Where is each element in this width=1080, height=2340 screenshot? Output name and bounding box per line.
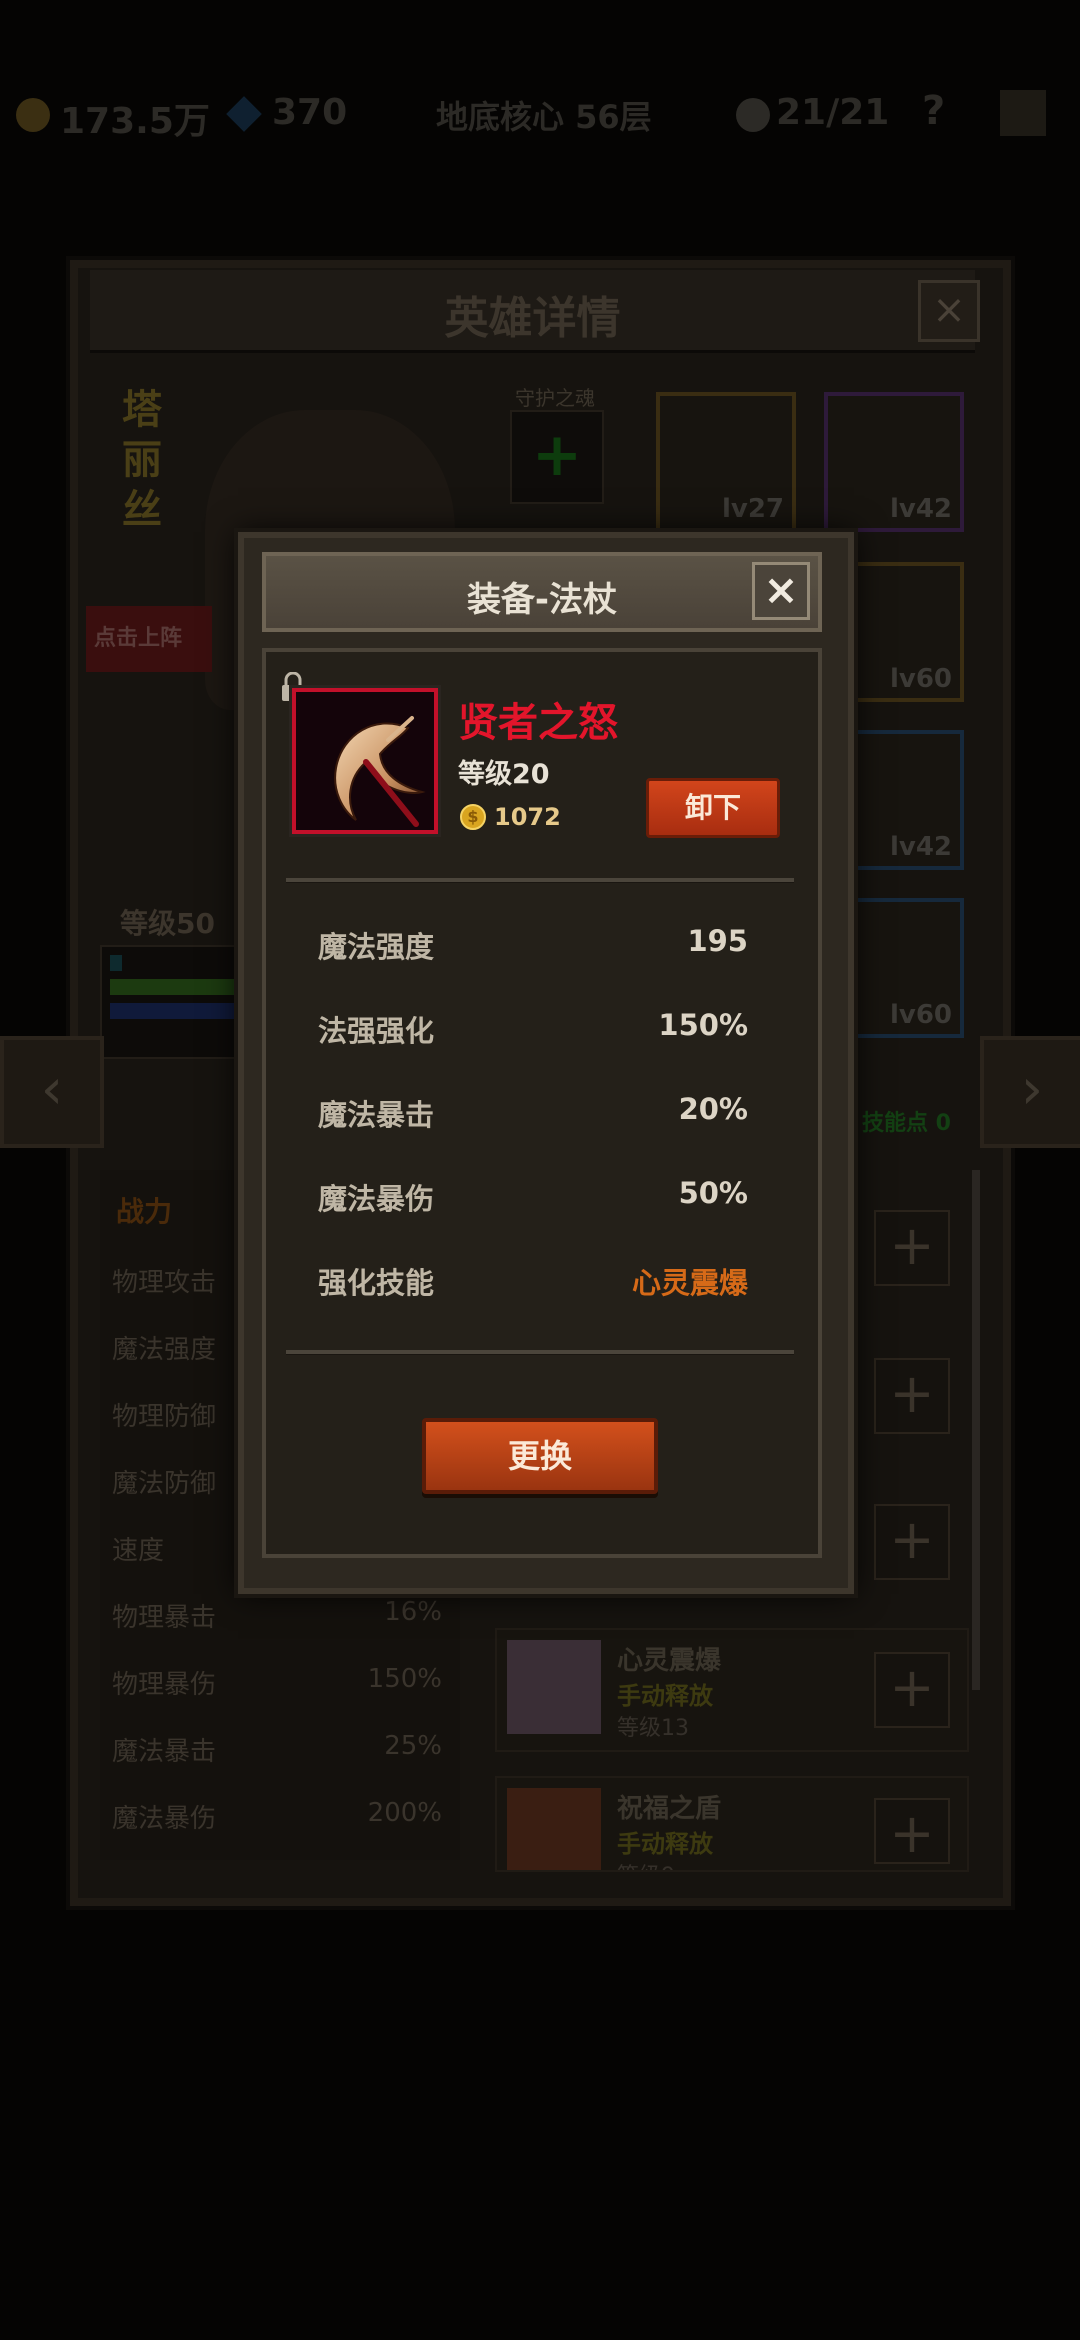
hero-title-bar: 英雄详情 <box>90 270 975 353</box>
attribute-value: 195 <box>687 924 748 958</box>
divider <box>286 878 794 883</box>
skull-icon <box>736 98 770 132</box>
attribute-value: 50% <box>678 1176 748 1210</box>
stat-label: 魔法强度 <box>112 1335 217 1365</box>
dialog-title: 装备-法杖 <box>466 580 618 620</box>
gold-coin-icon <box>16 98 50 132</box>
stat-label: 物理攻击 <box>112 1268 217 1298</box>
stat-label: 魔法暴伤 <box>112 1804 217 1834</box>
stat-row: 魔法暴击 25% <box>112 1731 442 1768</box>
settings-icon[interactable] <box>1000 90 1046 136</box>
stat-label: 物理防御 <box>112 1402 217 1432</box>
gem-amount: 370 <box>272 92 348 133</box>
equip-level: lv60 <box>889 1000 952 1030</box>
stat-label: 魔法防御 <box>112 1469 217 1499</box>
equip-level: lv60 <box>889 664 952 694</box>
exp-bar <box>110 955 122 971</box>
dialog-close-button[interactable]: × <box>752 562 810 620</box>
stat-label: 物理暴击 <box>112 1603 217 1633</box>
plus-icon: + <box>531 420 583 490</box>
attribute-label: 强化技能 <box>318 1266 435 1300</box>
stat-value: 200% <box>367 1798 442 1828</box>
equip-level: lv42 <box>889 494 952 524</box>
unequip-button[interactable]: 卸下 <box>646 778 780 838</box>
skill-name: 心灵震爆 <box>617 1646 722 1676</box>
skill-level: 等级13 <box>617 1716 689 1741</box>
hero-name-char: 丝 <box>122 487 162 533</box>
skill-upgrade-button[interactable]: + <box>874 1504 950 1580</box>
skill-name: 祝福之盾 <box>617 1794 722 1824</box>
hero-level: 等级50 <box>120 907 215 940</box>
equip-slot-helmet[interactable]: lv27 <box>656 392 796 532</box>
stat-value: 150% <box>367 1664 442 1694</box>
dungeon-floor: 地底核心 56层 <box>436 98 652 136</box>
top-resource-bar: 173.5万 370 地底核心 56层 21/21 ? <box>0 80 1080 152</box>
power-label: 战力 <box>116 1195 173 1228</box>
gem-icon <box>226 96 262 132</box>
equip-slot-necklace[interactable]: lv42 <box>824 392 964 532</box>
psychic-blast-icon <box>507 1640 601 1734</box>
skill-points: 技能点 0 <box>862 1111 951 1136</box>
stat-row: 物理暴击 16% <box>112 1597 442 1634</box>
item-name: 贤者之怒 <box>458 700 618 746</box>
skill-upgrade-button[interactable]: + <box>874 1358 950 1434</box>
skull-count: 21/21 <box>776 92 890 133</box>
stat-label: 物理暴伤 <box>112 1670 217 1700</box>
stat-row: 魔法暴伤 200% <box>112 1798 442 1835</box>
stat-value: 25% <box>384 1731 442 1761</box>
mp-bar <box>110 1003 254 1019</box>
item-sell-price: 1072 <box>494 803 561 831</box>
deploy-button[interactable]: 点击上阵 <box>86 606 212 672</box>
stat-label: 速度 <box>112 1536 165 1566</box>
item-level: 等级20 <box>458 759 550 790</box>
skill-list-scrollbar[interactable] <box>972 1170 980 1690</box>
next-hero-button[interactable]: › <box>980 1036 1080 1148</box>
equip-level: lv42 <box>889 832 952 862</box>
help-button[interactable]: ? <box>922 88 962 134</box>
hero-name-char: 塔 <box>122 387 162 433</box>
hero-name: 塔 丽 丝 <box>122 385 162 535</box>
attribute-label: 魔法强度 <box>318 930 435 964</box>
attribute-label: 魔法暴击 <box>318 1098 435 1132</box>
gold-amount: 173.5万 <box>60 101 210 142</box>
blessing-shield-icon <box>507 1788 601 1870</box>
enhanced-skill-value: 心灵震爆 <box>631 1266 748 1300</box>
attribute-value: 150% <box>658 1008 748 1042</box>
swap-button[interactable]: 更换 <box>422 1418 658 1494</box>
equip-level: lv27 <box>721 494 784 524</box>
hero-panel-close-button[interactable]: × <box>918 280 980 342</box>
attribute-label: 魔法暴伤 <box>318 1182 435 1216</box>
guard-soul-label: 守护之魂 <box>515 386 595 410</box>
hero-name-char: 丽 <box>122 437 162 483</box>
previous-hero-button[interactable]: ‹ <box>0 1036 104 1148</box>
gold-coin-icon: $ <box>460 804 486 830</box>
stat-row: 物理暴伤 150% <box>112 1664 442 1701</box>
skill-upgrade-button[interactable]: + <box>874 1652 950 1728</box>
attribute-label: 法强强化 <box>318 1014 435 1048</box>
skill-upgrade-button[interactable]: + <box>874 1798 950 1865</box>
staff-icon <box>296 692 434 830</box>
hp-bar <box>110 979 254 995</box>
staff-item-frame[interactable] <box>292 688 438 834</box>
skill-type: 手动释放 <box>617 1830 713 1858</box>
skill-level: 等级9 <box>617 1858 675 1870</box>
attribute-value: 20% <box>678 1092 748 1126</box>
stat-label: 魔法暴击 <box>112 1737 217 1767</box>
hero-panel-title: 英雄详情 <box>444 293 621 344</box>
guard-soul-slot[interactable]: + <box>510 410 604 504</box>
skill-upgrade-button[interactable]: + <box>874 1210 950 1286</box>
stat-value: 16% <box>384 1597 442 1627</box>
skill-type: 手动释放 <box>617 1682 713 1710</box>
divider <box>286 1350 794 1355</box>
dialog-title-bar: 装备-法杖 <box>262 552 822 632</box>
